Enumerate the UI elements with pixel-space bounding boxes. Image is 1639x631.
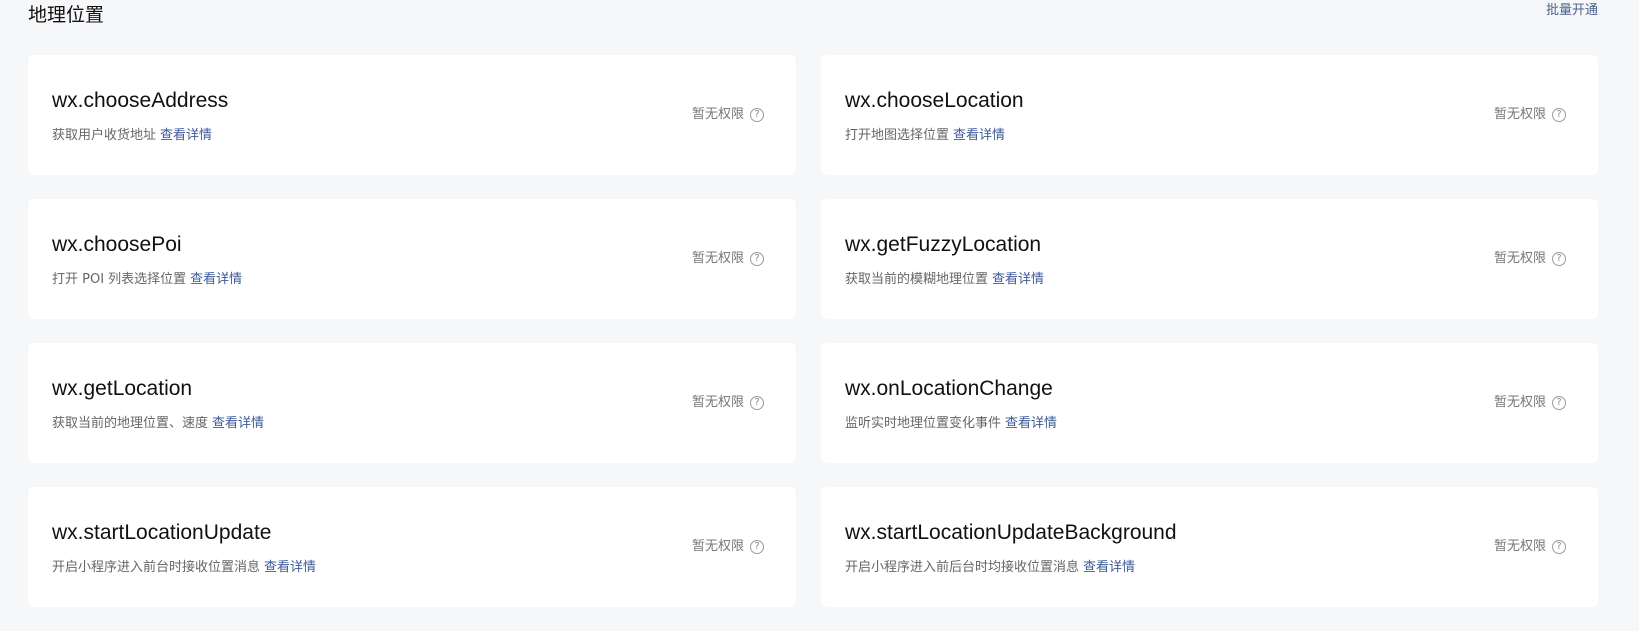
permission-status-text: 暂无权限	[1493, 107, 1546, 122]
permission-status-text: 暂无权限	[1493, 395, 1546, 410]
view-details-link[interactable]: 查看详情	[264, 560, 316, 575]
api-card: wx.chooseLocation 打开地图选择位置 查看详情 暂无权限 ?	[821, 55, 1598, 175]
question-circle-icon[interactable]: ?	[750, 396, 764, 410]
permission-status-text: 暂无权限	[691, 107, 744, 122]
api-card: wx.onLocationChange 监听实时地理位置变化事件 查看详情 暂无权…	[821, 343, 1598, 463]
api-card: wx.startLocationUpdateBackground 开启小程序进入…	[821, 487, 1598, 607]
question-circle-icon[interactable]: ?	[1552, 108, 1566, 122]
api-card: wx.chooseAddress 获取用户收货地址 查看详情 暂无权限 ?	[28, 55, 796, 175]
api-description-text: 开启小程序进入前后台时均接收位置消息	[845, 560, 1080, 575]
api-description-text: 监听实时地理位置变化事件	[845, 416, 1002, 431]
permission-status-text: 暂无权限	[691, 251, 744, 266]
api-description: 获取当前的地理位置、速度 查看详情	[52, 415, 264, 433]
api-description: 获取当前的模糊地理位置 查看详情	[845, 271, 1044, 289]
api-card: wx.choosePoi 打开 POI 列表选择位置 查看详情 暂无权限 ?	[28, 199, 796, 319]
question-circle-icon[interactable]: ?	[1552, 396, 1566, 410]
api-name: wx.chooseLocation	[845, 89, 1024, 112]
question-circle-icon[interactable]: ?	[750, 540, 764, 554]
view-details-link[interactable]: 查看详情	[1005, 416, 1057, 431]
api-description: 获取用户收货地址 查看详情	[52, 127, 212, 145]
permission-status: 暂无权限 ?	[1494, 394, 1566, 412]
api-name: wx.chooseAddress	[52, 89, 229, 112]
api-name: wx.getFuzzyLocation	[845, 233, 1042, 256]
permission-status-text: 暂无权限	[691, 539, 744, 554]
api-name: wx.getLocation	[52, 377, 193, 400]
api-description-text: 打开 POI 列表选择位置	[52, 272, 187, 287]
permission-status: 暂无权限 ?	[1494, 538, 1566, 556]
question-circle-icon[interactable]: ?	[1552, 252, 1566, 266]
permission-status: 暂无权限 ?	[1494, 250, 1566, 268]
view-details-link[interactable]: 查看详情	[992, 272, 1044, 287]
view-details-link[interactable]: 查看详情	[190, 272, 242, 287]
permission-status: 暂无权限 ?	[692, 538, 764, 556]
api-name: wx.choosePoi	[52, 233, 182, 256]
api-description-text: 开启小程序进入前台时接收位置消息	[52, 560, 261, 575]
api-description-text: 获取当前的地理位置、速度	[52, 416, 209, 431]
view-details-link[interactable]: 查看详情	[1083, 560, 1135, 575]
api-description-text: 打开地图选择位置	[845, 128, 950, 143]
permission-status-text: 暂无权限	[691, 395, 744, 410]
section-title: 地理位置	[28, 4, 105, 26]
api-description-text: 获取用户收货地址	[52, 128, 157, 143]
api-card-grid: wx.chooseAddress 获取用户收货地址 查看详情 暂无权限 ? wx.…	[28, 55, 1598, 607]
question-circle-icon[interactable]: ?	[1552, 540, 1566, 554]
api-name: wx.startLocationUpdateBackground	[845, 521, 1177, 544]
bulk-open-link[interactable]: 批量开通	[1546, 2, 1598, 20]
permission-status: 暂无权限 ?	[692, 394, 764, 412]
api-description: 打开 POI 列表选择位置 查看详情	[52, 271, 242, 289]
permission-status: 暂无权限 ?	[692, 106, 764, 124]
api-description: 打开地图选择位置 查看详情	[845, 127, 1005, 145]
permission-status: 暂无权限 ?	[692, 250, 764, 268]
api-description: 监听实时地理位置变化事件 查看详情	[845, 415, 1057, 433]
api-name: wx.startLocationUpdate	[52, 521, 272, 544]
api-card: wx.getLocation 获取当前的地理位置、速度 查看详情 暂无权限 ?	[28, 343, 796, 463]
view-details-link[interactable]: 查看详情	[212, 416, 264, 431]
question-circle-icon[interactable]: ?	[750, 252, 764, 266]
view-details-link[interactable]: 查看详情	[160, 128, 212, 143]
api-description: 开启小程序进入前后台时均接收位置消息 查看详情	[845, 559, 1135, 577]
permission-status-text: 暂无权限	[1493, 251, 1546, 266]
view-details-link[interactable]: 查看详情	[953, 128, 1005, 143]
permission-status: 暂无权限 ?	[1494, 106, 1566, 124]
api-name: wx.onLocationChange	[845, 377, 1053, 400]
api-description: 开启小程序进入前台时接收位置消息 查看详情	[52, 559, 316, 577]
question-circle-icon[interactable]: ?	[750, 108, 764, 122]
permission-status-text: 暂无权限	[1493, 539, 1546, 554]
api-card: wx.startLocationUpdate 开启小程序进入前台时接收位置消息查…	[28, 487, 796, 607]
api-description-text: 获取当前的模糊地理位置	[845, 272, 989, 287]
api-card: wx.getFuzzyLocation 获取当前的模糊地理位置 查看详情 暂无权限…	[821, 199, 1598, 319]
